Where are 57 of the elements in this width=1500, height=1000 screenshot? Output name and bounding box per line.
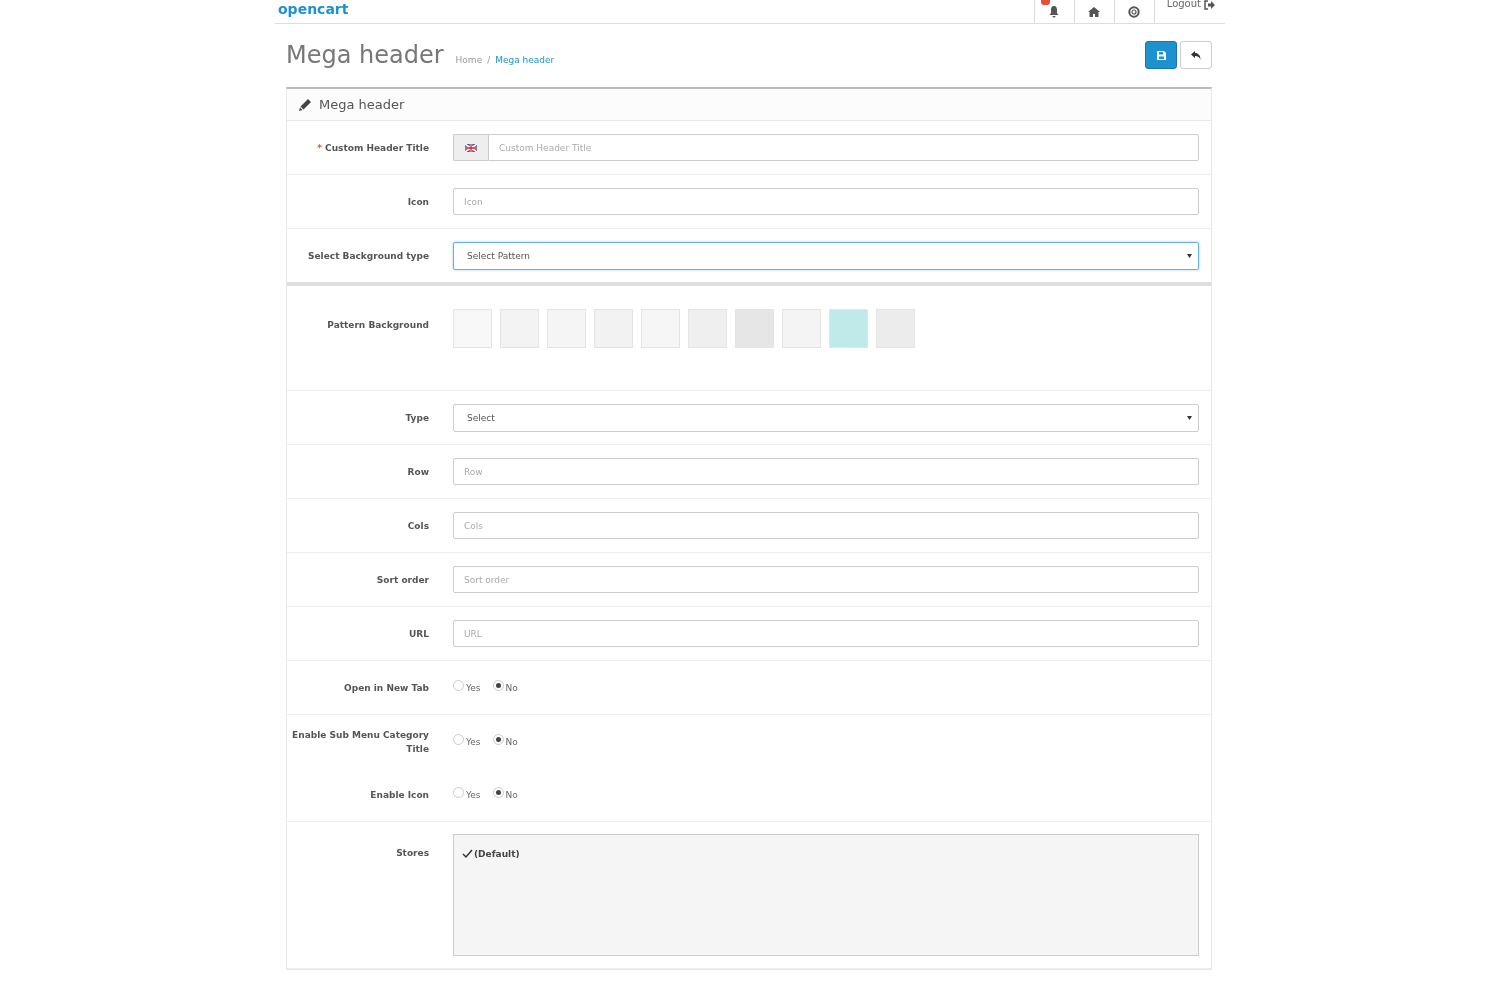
flag-icon [465,143,477,152]
breadcrumb-separator: / [487,55,491,65]
radio-option[interactable]: Yes [453,736,481,747]
checkmark-icon [462,849,473,859]
field-label: Row [406,465,430,479]
radio-option[interactable]: No [492,736,518,747]
pattern-swatch[interactable] [500,309,539,348]
field-label: Type [404,411,430,425]
text-input[interactable]: Cols [453,512,1199,539]
field-label: Select Background type [307,249,430,263]
pencil-icon [299,98,311,111]
field-label: * Custom Header Title [316,141,430,155]
radio-option[interactable]: No [492,789,518,800]
text-input[interactable]: Custom Header Title [488,134,1199,161]
field-label: Sort order [375,573,430,587]
reply-icon [1191,50,1201,60]
pattern-swatch[interactable] [594,309,633,348]
save-button[interactable] [1145,41,1177,69]
breadcrumb-link[interactable]: Mega header [495,55,555,65]
radio-option[interactable]: Yes [453,789,481,800]
field-label: Enable Icon [369,788,430,802]
lifebuoy-icon [1128,5,1141,18]
pattern-swatch[interactable] [829,309,868,348]
bell-icon [1048,5,1061,18]
pattern-swatch[interactable] [453,309,492,348]
pattern-swatch[interactable] [641,309,680,348]
field-label: Enable Sub Menu Category Title [291,728,430,756]
home-icon [1088,6,1101,17]
text-input[interactable]: Row [453,458,1199,485]
page-title: Mega header [286,41,444,69]
pattern-swatch[interactable] [876,309,915,348]
caret-icon [1187,253,1192,258]
caret-icon [1187,415,1192,420]
field-label: URL [408,627,430,641]
pattern-swatch[interactable] [688,309,727,348]
text-input[interactable]: Icon [453,188,1199,215]
field-label: Open in New Tab [343,681,430,695]
select-dropdown[interactable]: Select [453,403,1199,432]
select-dropdown[interactable]: Select Pattern [453,241,1199,270]
text-input[interactable]: URL [453,620,1199,647]
pattern-swatch[interactable] [782,309,821,348]
field-label: Icon [406,195,430,209]
pattern-swatch[interactable] [547,309,586,348]
logout-icon [1204,0,1215,10]
store-checkbox[interactable]: (Default) [462,849,520,859]
radio-option[interactable]: No [492,682,518,693]
pattern-swatch[interactable] [735,309,774,348]
field-label: Cols [406,519,430,533]
logout-link[interactable]: Logout [1153,0,1225,23]
field-label: Stores [395,847,430,860]
radio-option[interactable]: Yes [453,682,481,693]
field-label: Pattern Background [326,319,430,332]
text-input[interactable]: Sort order [453,566,1199,593]
back-button[interactable] [1180,41,1212,69]
panel-title: Mega header [319,97,405,112]
logo[interactable]: opencart [278,1,349,18]
save-icon [1156,50,1166,60]
